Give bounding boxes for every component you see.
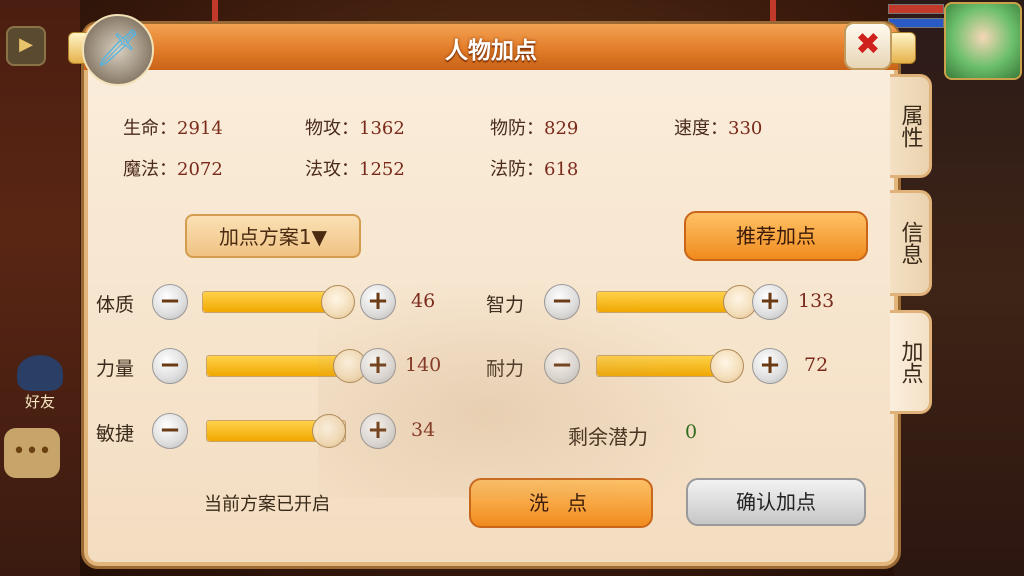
slider-knob[interactable] (709, 349, 744, 383)
minus-icon[interactable]: − (544, 284, 580, 320)
plus-icon[interactable]: + (360, 284, 396, 320)
intellect-slider[interactable] (596, 285, 758, 319)
stat-speed: 速度：330 (674, 114, 762, 140)
stat-label: 魔法： (123, 159, 177, 180)
attr-value-intellect: 133 (798, 290, 835, 312)
player-avatar[interactable] (944, 2, 1022, 80)
minus-icon[interactable]: − (152, 413, 188, 449)
slider-fill (597, 356, 726, 376)
endurance-slider[interactable] (596, 349, 744, 383)
recommend-button[interactable]: 推荐加点 (684, 211, 868, 261)
tab-info[interactable]: 信息 (890, 190, 932, 296)
minus-icon[interactable]: − (152, 348, 188, 384)
attr-label-strength: 力量 (96, 358, 135, 380)
plus-icon[interactable]: + (752, 348, 788, 384)
stat-value: 2914 (177, 118, 223, 139)
attr-label-endurance: 耐力 (486, 358, 525, 380)
attr-value-strength: 140 (405, 354, 442, 376)
stat-label: 法攻： (305, 159, 359, 180)
attr-label-agility: 敏捷 (96, 423, 135, 445)
stat-label: 物防： (490, 118, 544, 139)
stat-label: 生命： (123, 118, 177, 139)
attr-label-constitution: 体质 (96, 294, 135, 316)
stat-value: 2072 (177, 159, 223, 180)
plus-icon[interactable]: + (360, 413, 396, 449)
hp-bar (888, 4, 944, 14)
stat-magic-defense: 法防：618 (490, 155, 578, 181)
stat-phys-attack: 物攻：1362 (305, 114, 405, 140)
panel-title: 人物加点 (445, 38, 537, 64)
chat-button[interactable]: ••• (4, 428, 60, 478)
remaining-points-label: 剩余潜力 (568, 425, 648, 449)
play-icon[interactable]: ▶ (6, 26, 46, 66)
stat-value: 618 (544, 159, 579, 180)
constitution-slider[interactable] (202, 285, 356, 319)
friend-hat-icon (17, 355, 63, 391)
slider-fill (207, 356, 350, 376)
slider-knob[interactable] (321, 285, 356, 319)
attr-value-endurance: 72 (804, 354, 829, 376)
strength-slider[interactable] (206, 349, 368, 383)
slider-fill (597, 292, 740, 312)
hanging-ornament (212, 0, 218, 22)
stat-value: 1362 (359, 118, 405, 139)
stat-label: 物攻： (305, 118, 359, 139)
minus-icon[interactable]: − (544, 348, 580, 384)
attr-value-constitution: 46 (411, 290, 436, 312)
stat-value: 829 (544, 118, 579, 139)
plan-status-text: 当前方案已开启 (204, 494, 330, 515)
stat-label: 速度： (674, 118, 728, 139)
slider-knob[interactable] (312, 414, 347, 448)
friend-label: 好友 (24, 393, 55, 411)
wash-points-button[interactable]: 洗 点 (469, 478, 653, 528)
minus-icon[interactable]: − (152, 284, 188, 320)
attribute-panel: 人物加点 🗡 ✖ 生命：2914 物攻：1362 物防：829 速度：330 魔… (68, 14, 916, 566)
agility-slider[interactable] (206, 414, 347, 448)
stat-label: 法防： (490, 159, 544, 180)
stat-phys-defense: 物防：829 (490, 114, 578, 140)
remaining-points-value: 0 (685, 421, 698, 443)
slider-fill (203, 292, 338, 312)
plus-icon[interactable]: + (752, 284, 788, 320)
confirm-points-button[interactable]: 确认加点 (686, 478, 866, 526)
weapon-icon: 🗡 (82, 14, 154, 86)
slider-knob[interactable] (333, 349, 368, 383)
friend-button[interactable]: 好友 (10, 355, 70, 412)
tab-add-points[interactable]: 加点 (890, 310, 932, 414)
slider-fill (207, 421, 329, 441)
stat-mp: 魔法：2072 (123, 155, 223, 181)
attr-label-intellect: 智力 (486, 294, 525, 316)
close-button[interactable]: ✖ (844, 22, 892, 70)
title-bar: 人物加点 (68, 24, 916, 70)
hanging-ornament (770, 0, 776, 22)
scene-left (0, 0, 80, 576)
attr-value-agility: 34 (411, 419, 436, 441)
stat-value: 330 (728, 118, 763, 139)
tab-attributes[interactable]: 属性 (890, 74, 932, 178)
plus-icon[interactable]: + (360, 348, 396, 384)
stat-magic-attack: 法攻：1252 (305, 155, 405, 181)
stat-hp: 生命：2914 (123, 114, 223, 140)
stat-value: 1252 (359, 159, 405, 180)
mp-bar (888, 18, 944, 28)
plan-dropdown[interactable]: 加点方案1▼ (185, 214, 361, 258)
